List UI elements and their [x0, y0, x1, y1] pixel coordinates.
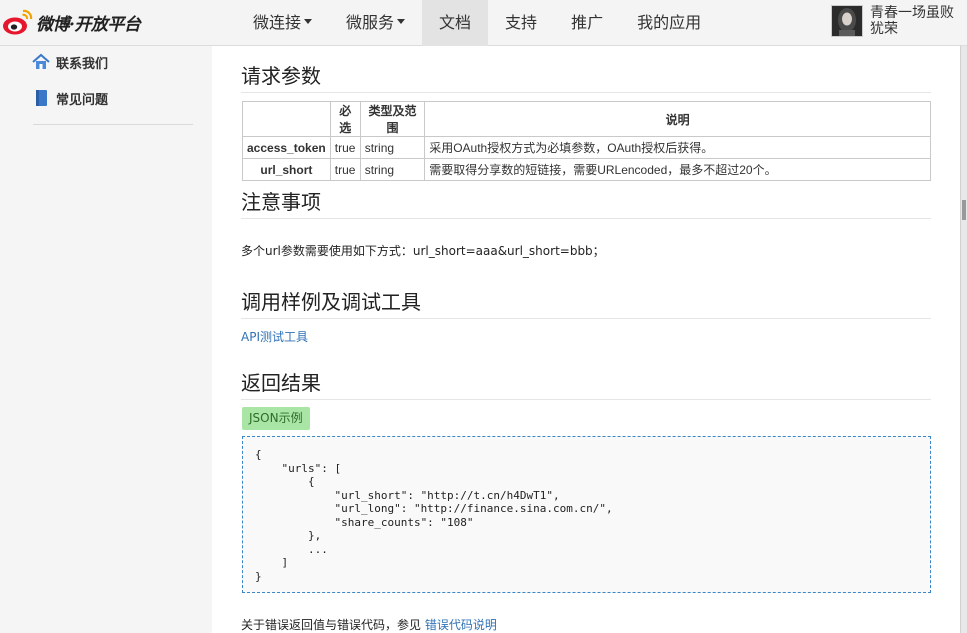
nav-item-weifuwu[interactable]: 微服务	[329, 0, 422, 46]
param-type: string	[359, 136, 426, 159]
avatar-image	[832, 6, 862, 36]
nav-item-weilianjie[interactable]: 微连接	[236, 0, 329, 46]
section-title-params: 请求参数	[241, 60, 931, 93]
table-row: url_short true string 需要取得分享数的短链接，需要URLe…	[242, 158, 931, 181]
section-title-result: 返回结果	[241, 367, 931, 400]
error-code-link[interactable]: 错误代码说明	[425, 618, 497, 632]
sidebar-item-contact[interactable]: 联系我们	[32, 51, 108, 73]
scrollbar-thumb[interactable]	[962, 200, 966, 220]
json-code: { "urls": [ { "url_short": "http://t.cn/…	[255, 448, 613, 583]
column-header: 必选	[329, 101, 361, 137]
param-desc: 需要取得分享数的短链接，需要URLencoded，最多不超过20个。	[424, 158, 931, 181]
sidebar-item-faq[interactable]: 常见问题	[32, 87, 108, 109]
caret-down-icon	[397, 19, 406, 24]
main-nav: 微连接 微服务 文档 支持 推广 我的应用	[236, 0, 718, 46]
json-code-block: { "urls": [ { "url_short": "http://t.cn/…	[242, 436, 931, 593]
param-desc: 采用OAuth授权方式为必填参数，OAuth授权后获得。	[424, 136, 931, 159]
nav-item-promote[interactable]: 推广	[554, 0, 620, 46]
nav-label: 支持	[505, 13, 538, 32]
nav-label: 推广	[571, 13, 604, 32]
section-title-tools: 调用样例及调试工具	[241, 286, 931, 319]
params-table: 必选 类型及范围 说明 access_token true string 采用O…	[242, 101, 931, 181]
avatar[interactable]	[831, 5, 863, 37]
user-name[interactable]: 青春一场虽败犹荣	[870, 5, 960, 39]
book-icon	[36, 90, 47, 106]
nav-item-my-apps[interactable]: 我的应用	[620, 0, 718, 46]
nav-label: 我的应用	[637, 13, 702, 32]
api-test-tool-link[interactable]: API测试工具	[241, 328, 308, 345]
home-icon	[32, 53, 50, 69]
error-code-text: 关于错误返回值与错误代码，参见	[241, 618, 422, 632]
left-sidebar: 联系我们 常见问题	[0, 46, 212, 633]
param-name: url_short	[242, 158, 331, 181]
section-title-notes: 注意事项	[241, 186, 931, 219]
nav-label: 微连接	[253, 13, 302, 32]
param-type: string	[359, 158, 426, 181]
column-header: 类型及范围	[359, 101, 426, 137]
top-navigation-bar: 微博·开放平台 微连接 微服务 文档 支持 推广 我的应用 青春一场虽败犹荣	[0, 0, 967, 46]
doc-content: 请求参数 必选 类型及范围 说明 access_token true strin…	[212, 46, 960, 633]
user-menu[interactable]: 青春一场虽败犹荣	[831, 5, 960, 39]
nav-item-support[interactable]: 支持	[488, 0, 554, 46]
param-name: access_token	[242, 136, 331, 159]
column-header: 说明	[424, 101, 931, 137]
caret-down-icon	[304, 19, 313, 24]
column-header	[242, 101, 331, 137]
error-code-note: 关于错误返回值与错误代码，参见 错误代码说明	[241, 616, 497, 633]
table-header-row: 必选 类型及范围 说明	[242, 101, 931, 137]
nav-label: 微服务	[346, 13, 395, 32]
scrollbar-track[interactable]	[960, 46, 967, 633]
param-required: true	[329, 158, 361, 181]
sidebar-divider	[33, 124, 193, 125]
weibo-open-platform-logo[interactable]: 微博·开放平台	[2, 7, 162, 37]
nav-item-docs[interactable]: 文档	[422, 0, 489, 46]
notes-text: 多个url参数需要使用如下方式：url_short=aaa&url_short=…	[241, 244, 605, 258]
table-row: access_token true string 采用OAuth授权方式为必填参…	[242, 136, 931, 159]
param-required: true	[329, 136, 361, 159]
nav-label: 文档	[439, 13, 472, 32]
sidebar-item-label: 联系我们	[56, 56, 109, 72]
json-example-tab[interactable]: JSON示例	[242, 407, 310, 430]
weibo-logo-icon	[3, 9, 33, 35]
logo-text: 微博·开放平台	[36, 14, 141, 35]
sidebar-item-label: 常见问题	[56, 92, 109, 108]
